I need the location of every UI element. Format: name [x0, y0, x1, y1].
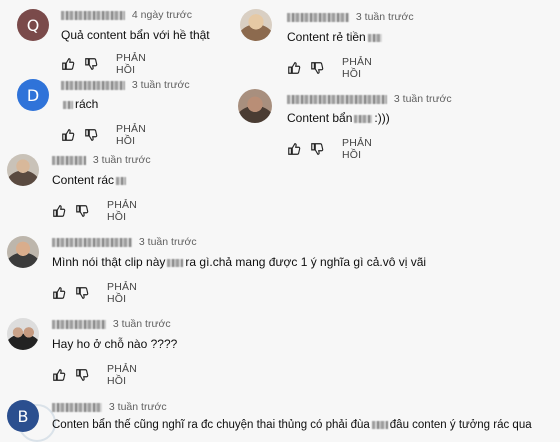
author-name[interactable] — [52, 402, 102, 412]
author-name[interactable] — [52, 155, 86, 165]
reply-button[interactable]: PHẢN HỒI — [107, 363, 137, 387]
avatar[interactable] — [7, 154, 39, 186]
author-name[interactable] — [52, 237, 132, 247]
timestamp[interactable]: 3 tuần trước — [132, 79, 190, 91]
comment-text: Hay ho ở chỗ nào ???? — [52, 337, 178, 351]
comment-text: Content bẩn:))) — [287, 111, 390, 125]
author-name[interactable] — [52, 319, 106, 329]
thumbs-down-icon[interactable] — [75, 368, 89, 382]
thumbs-up-icon[interactable] — [61, 57, 75, 71]
reply-button[interactable]: PHẢN HỒI — [107, 281, 137, 305]
comment-text: Quả content bẩn với hề thật — [61, 28, 210, 42]
timestamp[interactable]: 3 tuần trước — [109, 401, 167, 413]
comment-text: Conten bẩn thế cũng nghĩ ra đc chuyện th… — [52, 419, 532, 431]
timestamp[interactable]: 3 tuần trước — [394, 93, 452, 105]
timestamp[interactable]: 4 ngày trước — [132, 9, 192, 21]
avatar[interactable]: Q — [17, 9, 49, 41]
thumbs-down-icon[interactable] — [75, 204, 89, 218]
thumbs-up-icon[interactable] — [52, 368, 66, 382]
comment-text: rách — [61, 97, 98, 111]
timestamp[interactable]: 3 tuần trước — [93, 154, 151, 166]
avatar[interactable]: B — [7, 400, 39, 432]
comment-text: Content rác — [52, 173, 128, 187]
reply-button[interactable]: PHẢN HỒI — [116, 52, 146, 76]
thumbs-down-icon[interactable] — [84, 128, 98, 142]
author-name[interactable] — [61, 80, 125, 90]
author-name[interactable] — [287, 12, 349, 22]
avatar[interactable] — [7, 318, 39, 350]
thumbs-down-icon[interactable] — [310, 142, 324, 156]
avatar[interactable] — [238, 89, 272, 123]
avatar[interactable] — [240, 9, 272, 41]
comment-text: Mình nói thật clip này ra gì.chả mang đượ… — [52, 255, 427, 269]
thumbs-down-icon[interactable] — [75, 286, 89, 300]
reply-button[interactable]: PHẢN HỒI — [116, 123, 146, 147]
reply-button[interactable]: PHẢN HỒI — [342, 56, 372, 80]
thumbs-up-icon[interactable] — [52, 204, 66, 218]
thumbs-down-icon[interactable] — [84, 57, 98, 71]
avatar[interactable] — [7, 236, 39, 268]
author-name[interactable] — [61, 10, 125, 20]
comment-text: Content rẻ tiền — [287, 30, 384, 44]
timestamp[interactable]: 3 tuần trước — [139, 236, 197, 248]
thumbs-up-icon[interactable] — [52, 286, 66, 300]
thumbs-up-icon[interactable] — [287, 61, 301, 75]
avatar[interactable]: D — [17, 79, 49, 111]
reply-button[interactable]: PHẢN HỒI — [107, 199, 137, 223]
thumbs-up-icon[interactable] — [61, 128, 75, 142]
timestamp[interactable]: 3 tuần trước — [356, 11, 414, 23]
author-name[interactable] — [287, 94, 387, 104]
reply-button[interactable]: PHẢN HỒI — [342, 137, 372, 161]
thumbs-down-icon[interactable] — [310, 61, 324, 75]
timestamp[interactable]: 3 tuần trước — [113, 318, 171, 330]
thumbs-up-icon[interactable] — [287, 142, 301, 156]
